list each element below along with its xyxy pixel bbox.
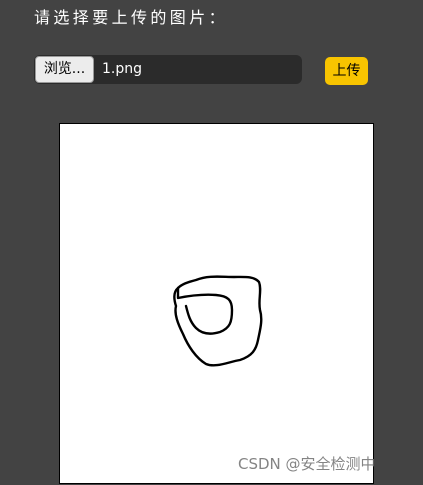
file-input[interactable]: 浏览... 1.png <box>34 55 302 84</box>
upload-prompt: 请选择要上传的图片： <box>34 8 229 27</box>
drawing-stroke <box>173 275 263 367</box>
selected-file-name: 1.png <box>102 61 143 77</box>
upload-button[interactable]: 上传 <box>325 57 368 85</box>
watermark: CSDN @安全检测中 <box>238 455 376 473</box>
drawing-inner-stroke <box>176 286 234 335</box>
image-preview <box>59 123 374 484</box>
drawing-image <box>173 275 263 367</box>
browse-button[interactable]: 浏览... <box>35 56 94 83</box>
